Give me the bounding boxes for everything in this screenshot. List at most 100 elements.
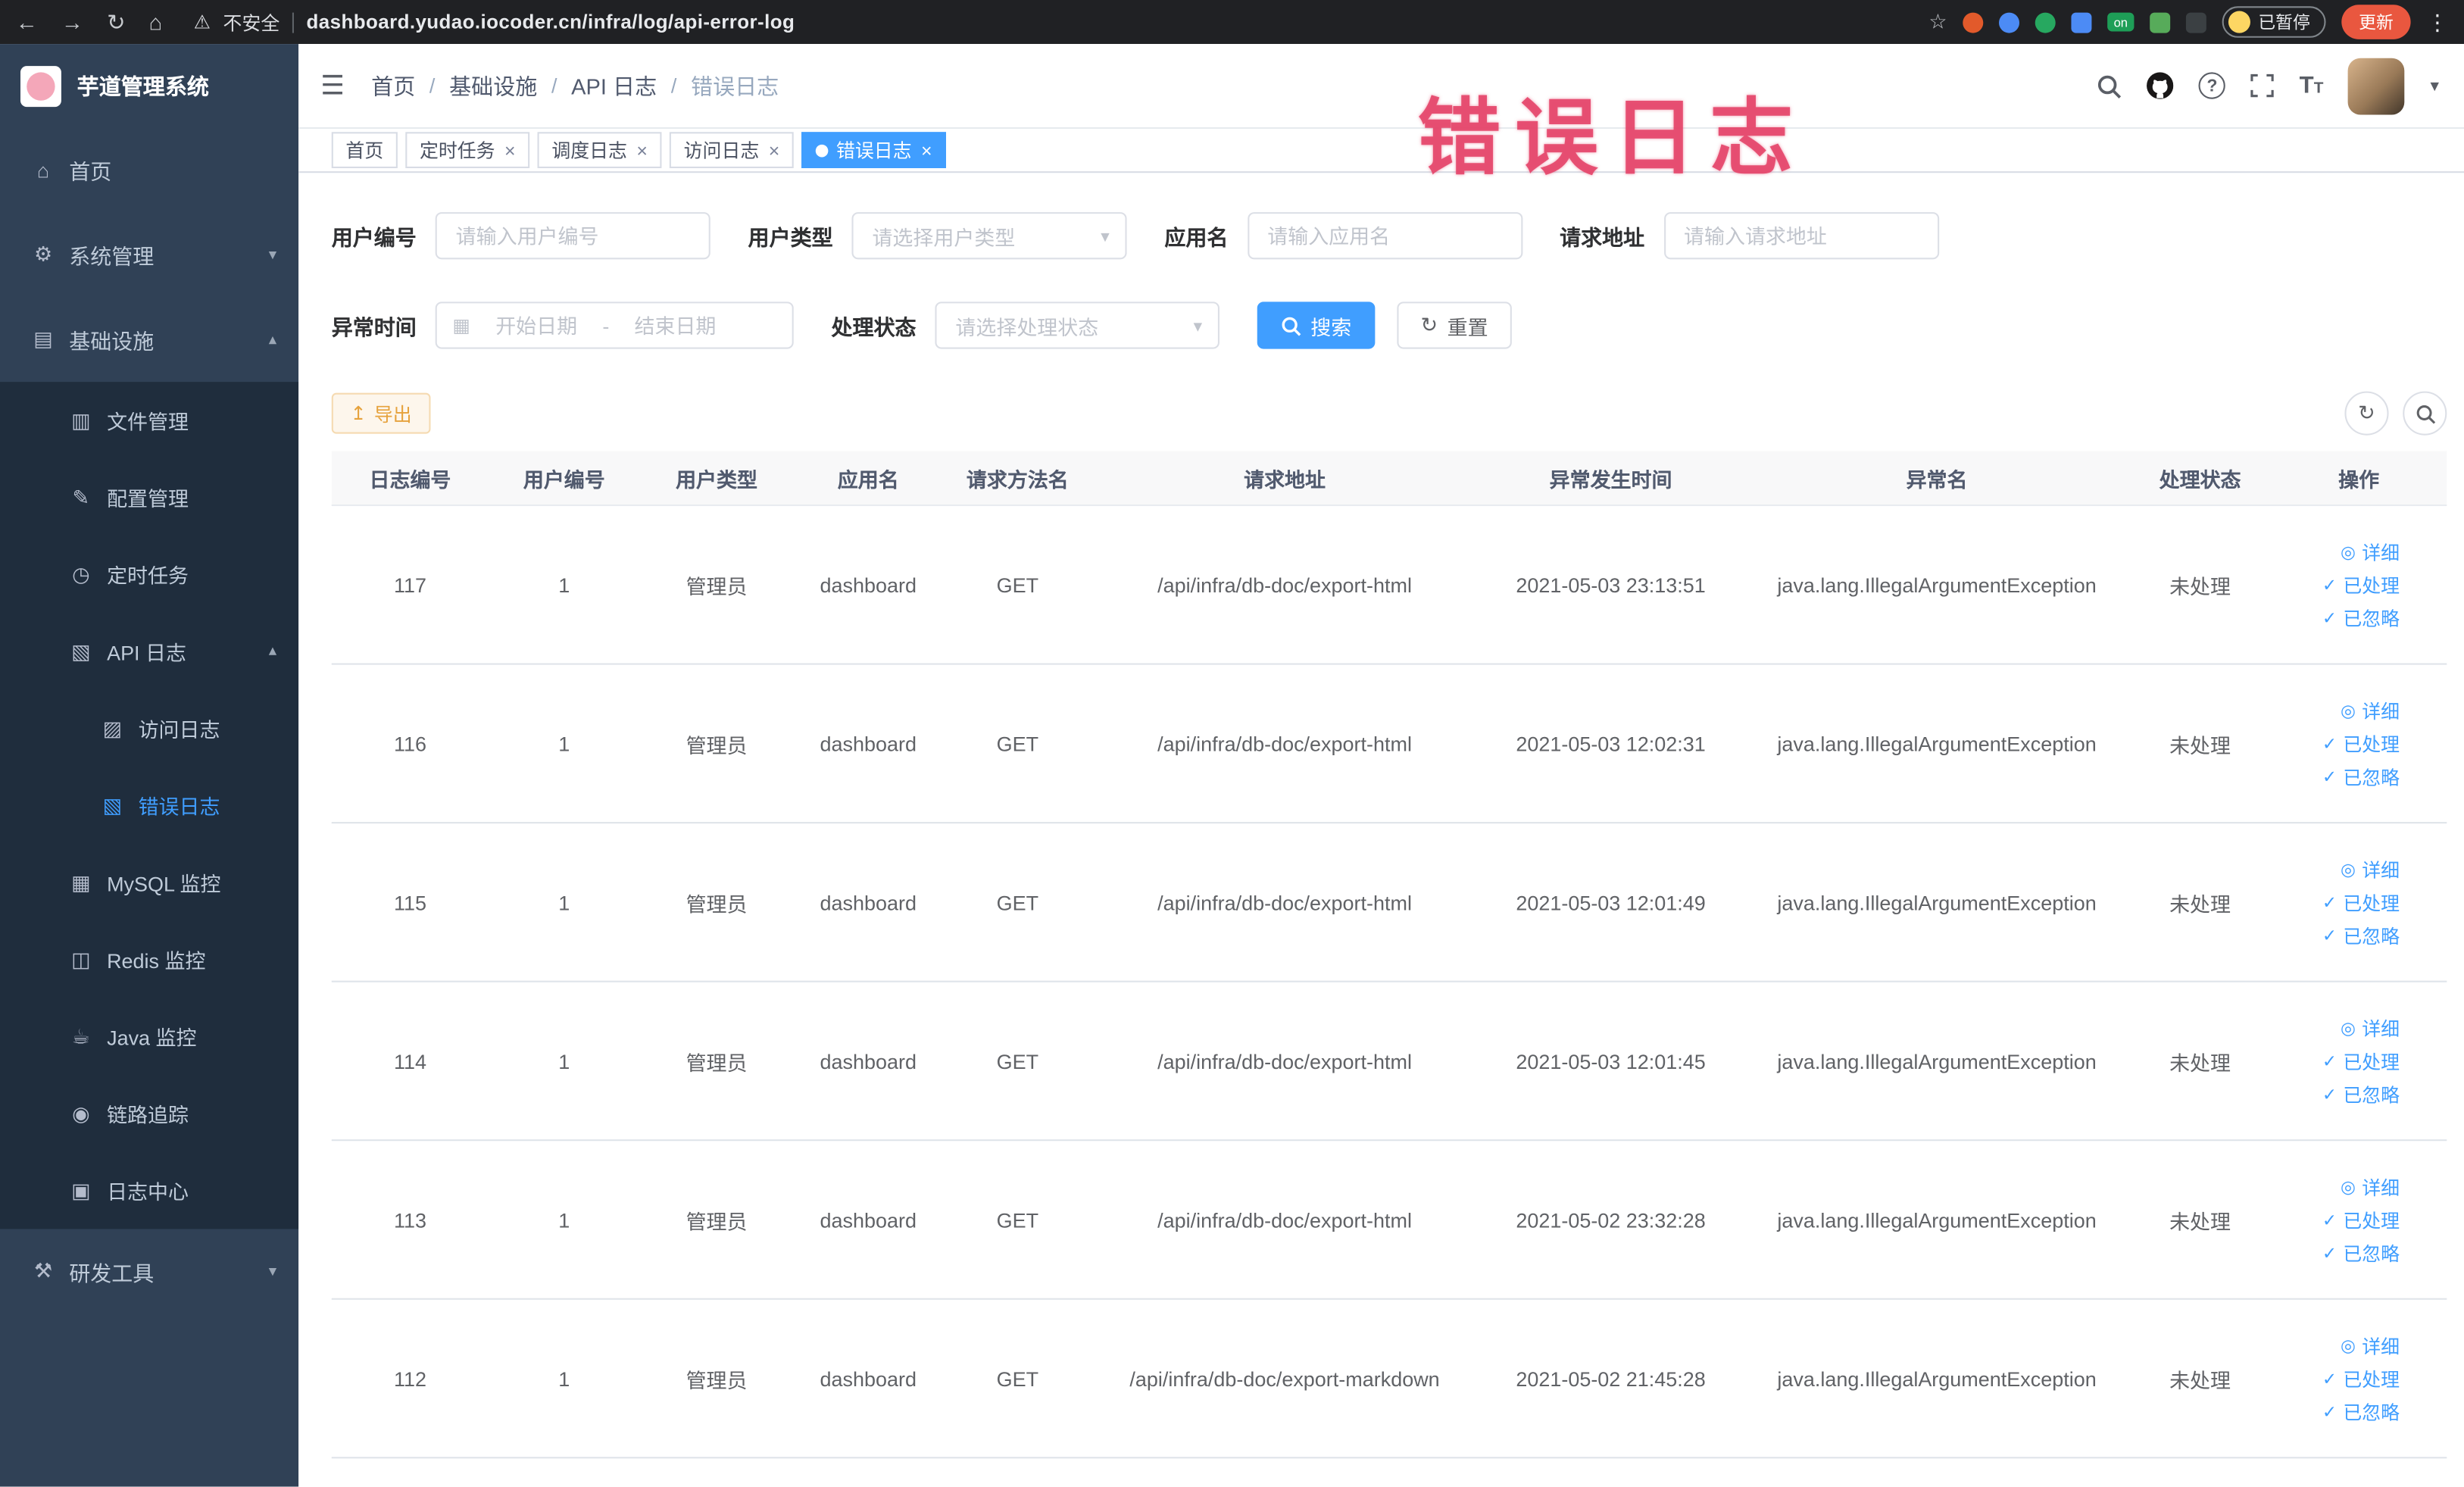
sidebar-item-home[interactable]: ⌂ 首页 <box>0 127 298 212</box>
tab-scheduled-jobs[interactable]: 定时任务 × <box>405 132 530 168</box>
sidebar-item-error-log[interactable]: ▧ 错误日志 <box>0 767 298 844</box>
column-header: 应用名 <box>837 467 899 492</box>
mark-processed-link[interactable]: ✓ 已处理 <box>2322 1206 2400 1232</box>
detail-link[interactable]: ◎ 详细 <box>2341 539 2400 565</box>
cell-app-name: dashboard <box>820 573 917 597</box>
reload-icon[interactable]: ↻ <box>107 8 125 35</box>
column-header: 操作 <box>2338 467 2380 492</box>
detail-link[interactable]: ◎ 详细 <box>2341 1173 2400 1200</box>
font-size-icon[interactable]: TT <box>2300 72 2324 98</box>
sidebar-item-system-management[interactable]: ⚙ 系统管理 ▾ <box>0 212 298 297</box>
tab-access-log[interactable]: 访问日志 × <box>669 132 794 168</box>
sidebar-item-access-log[interactable]: ▨ 访问日志 <box>0 690 298 767</box>
mark-ignored-link[interactable]: ✓ 已忽略 <box>2322 1080 2400 1107</box>
browser-menu-icon[interactable]: ⋮ <box>2426 8 2448 35</box>
extension-icon[interactable] <box>1963 11 1984 33</box>
tab-error-log[interactable]: 错误日志 × <box>801 132 947 168</box>
sidebar-item-api-logs[interactable]: ▧ API 日志 ▴ <box>0 613 298 690</box>
user-avatar[interactable] <box>2348 57 2406 114</box>
browser-chrome: ← → ↻ ⌂ ⚠ 不安全 dashboard.yudao.iocoder.cn… <box>0 0 2464 45</box>
mark-processed-link[interactable]: ✓ 已处理 <box>2322 889 2400 915</box>
column-header: 处理状态 <box>2159 467 2241 492</box>
hamburger-icon[interactable]: ☰ <box>320 70 345 101</box>
app-name-input[interactable] <box>1247 212 1522 260</box>
date-range-picker[interactable]: ▦ - <box>435 301 794 349</box>
mark-processed-link[interactable]: ✓ 已处理 <box>2322 571 2400 598</box>
sidebar-item-file-management[interactable]: ▥ 文件管理 <box>0 382 298 459</box>
back-icon[interactable]: ← <box>16 9 38 34</box>
chevron-down-icon: ▾ <box>268 245 277 264</box>
close-icon[interactable]: × <box>504 139 516 161</box>
mark-processed-link[interactable]: ✓ 已处理 <box>2322 730 2400 757</box>
breadcrumb-item[interactable]: 基础设施 <box>449 70 537 101</box>
detail-link[interactable]: ◎ 详细 <box>2341 1332 2400 1358</box>
mark-ignored-link[interactable]: ✓ 已忽略 <box>2322 604 2400 631</box>
export-button[interactable]: ↥ 导出 <box>331 392 431 434</box>
extension-icon[interactable] <box>2071 11 2092 33</box>
close-icon[interactable]: × <box>921 139 932 161</box>
extension-icon[interactable] <box>2035 11 2056 33</box>
detail-link[interactable]: ◎ 详细 <box>2341 1014 2400 1041</box>
close-icon[interactable]: × <box>769 139 780 161</box>
close-icon[interactable]: × <box>636 139 648 161</box>
github-icon[interactable] <box>2147 72 2174 99</box>
extension-icon[interactable] <box>2185 11 2206 33</box>
mark-ignored-link[interactable]: ✓ 已忽略 <box>2322 763 2400 789</box>
cell-exception-time: 2021-05-03 12:02:31 <box>1516 731 1706 755</box>
extension-icon[interactable] <box>2150 11 2171 33</box>
sidebar-item-config-management[interactable]: ✎ 配置管理 <box>0 459 298 536</box>
search-icon[interactable] <box>2097 73 2122 98</box>
fullscreen-icon[interactable] <box>2250 73 2275 98</box>
help-icon[interactable]: ? <box>2198 72 2226 99</box>
table-header: 日志编号 用户编号 用户类型 应用名 请求方法名 请求地址 异常发生时间 异常名… <box>331 451 2447 507</box>
user-id-input[interactable] <box>435 212 710 260</box>
sidebar-item-log-center[interactable]: ▣ 日志中心 <box>0 1152 298 1229</box>
search-button[interactable]: 搜索 <box>1257 301 1376 349</box>
sidebar-item-label: 基础设施 <box>69 330 155 354</box>
sidebar-item-java-monitor[interactable]: ☕ Java 监控 <box>0 998 298 1075</box>
sidebar-item-infrastructure[interactable]: ▤ 基础设施 ▴ <box>0 297 298 382</box>
column-header: 异常名 <box>1906 467 1968 492</box>
detail-link[interactable]: ◎ 详细 <box>2341 856 2400 883</box>
profile-paused-badge[interactable]: 已暂停 <box>2222 6 2326 38</box>
processed-label: 已处理 <box>2343 733 2400 755</box>
search-toggle-button[interactable] <box>2403 391 2447 436</box>
mark-processed-link[interactable]: ✓ 已处理 <box>2322 1365 2400 1392</box>
sidebar-item-mysql-monitor[interactable]: ▦ MySQL 监控 <box>0 844 298 921</box>
mark-processed-link[interactable]: ✓ 已处理 <box>2322 1048 2400 1074</box>
breadcrumb-item[interactable]: 首页 <box>371 70 415 101</box>
reset-button[interactable]: ↻ 重置 <box>1397 301 1512 349</box>
app-logo[interactable]: 芋道管理系统 <box>0 44 298 127</box>
tab-schedule-log[interactable]: 调度日志 × <box>537 132 662 168</box>
cell-user-type: 管理员 <box>685 574 748 598</box>
trace-icon: ◉ <box>72 1101 90 1125</box>
address-bar[interactable]: ⚠ 不安全 dashboard.yudao.iocoder.cn/infra/l… <box>194 8 795 35</box>
request-url-input[interactable] <box>1663 212 1939 260</box>
sidebar-item-label: 错误日志 <box>138 795 220 819</box>
check-icon: ✓ <box>2322 1402 2338 1422</box>
sidebar-item-redis-monitor[interactable]: ◫ Redis 监控 <box>0 921 298 998</box>
cell-method: GET <box>996 1366 1039 1391</box>
user-type-select[interactable]: 请选择用户类型 ▾ <box>851 212 1127 260</box>
sidebar-item-trace[interactable]: ◉ 链路追踪 <box>0 1075 298 1152</box>
start-date-input[interactable] <box>476 313 597 338</box>
refresh-circle-button[interactable]: ↻ <box>2344 391 2389 436</box>
extension-icon[interactable] <box>1999 11 2019 33</box>
mark-ignored-link[interactable]: ✓ 已忽略 <box>2322 1398 2400 1424</box>
bookmark-star-icon[interactable]: ☆ <box>1928 9 1947 34</box>
process-status-select[interactable]: 请选择处理状态 ▾ <box>935 301 1220 349</box>
detail-link[interactable]: ◎ 详细 <box>2341 697 2400 723</box>
mark-ignored-link[interactable]: ✓ 已忽略 <box>2322 1239 2400 1266</box>
mark-ignored-link[interactable]: ✓ 已忽略 <box>2322 922 2400 948</box>
end-date-input[interactable] <box>615 313 735 338</box>
tab-home[interactable]: 首页 <box>331 132 398 168</box>
breadcrumb-item[interactable]: API 日志 <box>571 70 657 101</box>
sidebar-item-dev-tools[interactable]: ⚒ 研发工具 ▾ <box>0 1229 298 1314</box>
browser-home-icon[interactable]: ⌂ <box>149 9 163 34</box>
avatar-caret-icon[interactable]: ▾ <box>2430 76 2438 96</box>
extension-on-badge[interactable]: on <box>2107 12 2135 32</box>
url-text[interactable]: dashboard.yudao.iocoder.cn/infra/log/api… <box>307 11 795 33</box>
sidebar-item-scheduled-jobs[interactable]: ◷ 定时任务 <box>0 536 298 613</box>
browser-update-button[interactable]: 更新 <box>2341 5 2411 39</box>
forward-icon[interactable]: → <box>61 9 83 34</box>
